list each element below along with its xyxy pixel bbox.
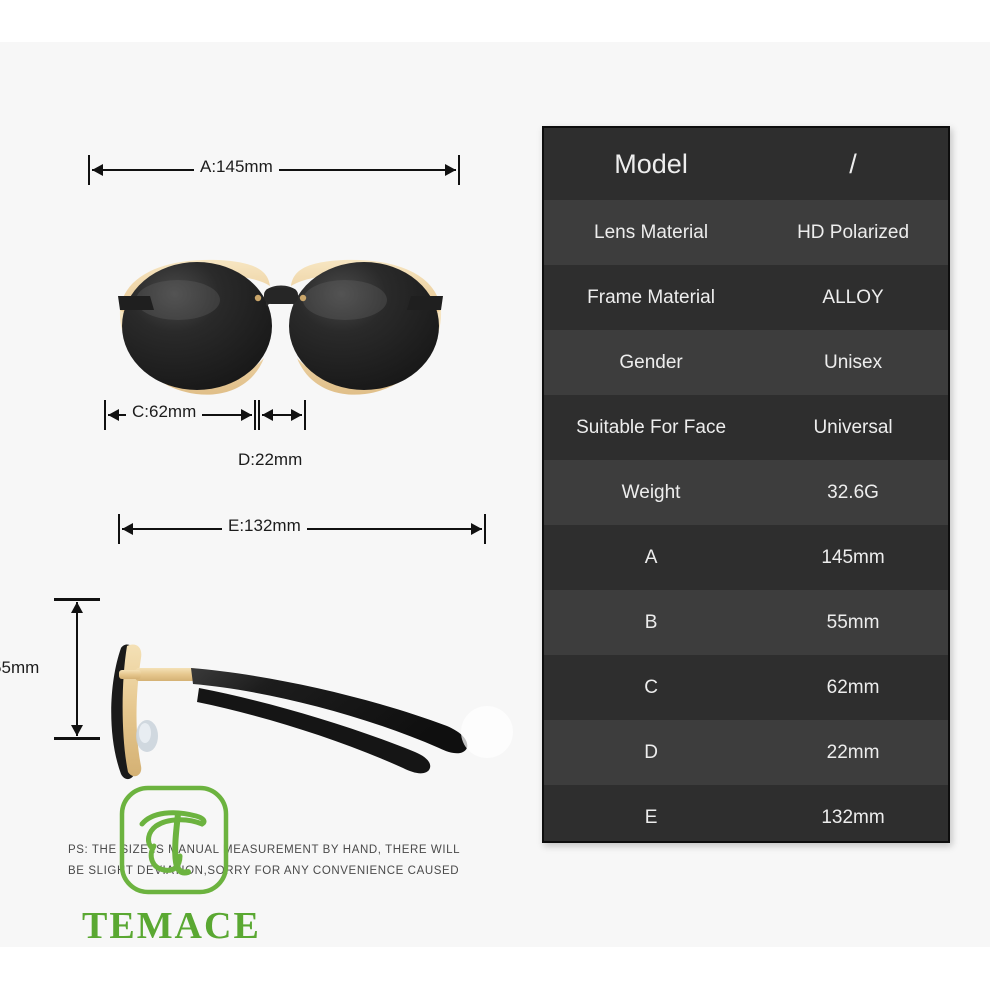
- spec-value: 62mm: [826, 676, 880, 698]
- spec-value: HD Polarized: [797, 221, 910, 243]
- spec-value: ALLOY: [822, 286, 884, 308]
- spec-key: Lens Material: [594, 221, 709, 243]
- spec-key: Suitable For Face: [576, 416, 727, 438]
- dimension-c-cap-left: [104, 400, 106, 430]
- table-row: C 62mm: [544, 655, 948, 720]
- dimension-d-arrow-right: [291, 409, 302, 421]
- sunglasses-side-view: [95, 640, 515, 795]
- spec-value: 145mm: [821, 546, 885, 568]
- table-row: A 145mm: [544, 525, 948, 590]
- table-row: Weight 32.6G: [544, 460, 948, 525]
- dimension-e-cap-right: [484, 514, 486, 544]
- spec-value: 132mm: [821, 806, 885, 828]
- dimension-d-cap-right: [304, 400, 306, 430]
- dimension-e-label: E:132mm: [222, 516, 307, 536]
- dimension-d-arrow-left: [262, 409, 273, 421]
- dimension-c-rule: C:62mm: [104, 400, 256, 430]
- dimension-a-cap-right: [458, 155, 460, 185]
- spec-key: E: [644, 806, 658, 828]
- dimension-b-label: B:55mm: [0, 658, 40, 677]
- table-row: B 55mm: [544, 590, 948, 655]
- specification-table: Model / Lens Material HD Polarized Frame…: [542, 126, 950, 843]
- table-row: Model /: [544, 128, 948, 200]
- spec-value: /: [849, 148, 857, 179]
- table-row: Gender Unisex: [544, 330, 948, 395]
- table-row: Lens Material HD Polarized: [544, 200, 948, 265]
- dimension-d-rule: [258, 400, 306, 430]
- dimension-a-cap-left: [88, 155, 90, 185]
- spec-key: D: [644, 741, 658, 763]
- dimension-b-cap-top: [54, 598, 100, 601]
- dimension-b-arrow-down: [71, 725, 83, 736]
- dimension-d-cap-left: [258, 400, 260, 430]
- brand-wordmark: TEMACE: [82, 905, 261, 947]
- dimension-b-arrow-up: [71, 602, 83, 613]
- dimension-c-cap-right: [254, 400, 256, 430]
- spec-key: C: [644, 676, 658, 698]
- spec-value: 22mm: [826, 741, 880, 763]
- table-row: Suitable For Face Universal: [544, 395, 948, 460]
- spec-key: A: [644, 546, 658, 568]
- spec-key: Weight: [621, 481, 681, 503]
- dimension-d-label: D:22mm: [238, 450, 303, 469]
- dimension-c-label: C:62mm: [126, 402, 203, 422]
- spec-key: Model: [614, 148, 688, 179]
- table-row: E 132mm: [544, 785, 948, 841]
- spec-value: Unisex: [824, 351, 883, 373]
- dimension-e-arrow-left: [122, 523, 133, 535]
- product-spec-page: A:145mm C:62mm D:22mm E:132mm 5mm PS: TH…: [0, 0, 990, 990]
- table-row: Frame Material ALLOY: [544, 265, 948, 330]
- dimension-b-line: [76, 602, 78, 736]
- dimension-e-rule: E:132mm: [118, 514, 486, 544]
- dimension-a-arrow-left: [92, 164, 103, 176]
- dimension-e-arrow-right: [471, 523, 482, 535]
- sunglasses-front-view: [108, 252, 453, 402]
- dimension-a-rule: A:145mm: [88, 155, 460, 185]
- dimension-c-arrow-left: [108, 409, 119, 421]
- temace-t-logo-icon: [118, 784, 230, 896]
- spec-key: Gender: [619, 351, 683, 373]
- spec-value: Universal: [813, 416, 893, 438]
- spec-value: 32.6G: [827, 481, 879, 503]
- dimension-b-cap-bottom: [54, 737, 100, 740]
- spec-key: B: [644, 611, 658, 633]
- dimension-e-cap-left: [118, 514, 120, 544]
- diagram-panel: A:145mm C:62mm D:22mm E:132mm 5mm PS: TH…: [0, 42, 520, 947]
- dimension-a-arrow-right: [445, 164, 456, 176]
- dimension-c-arrow-right: [241, 409, 252, 421]
- spec-key: Frame Material: [587, 286, 715, 308]
- spec-value: 55mm: [826, 611, 880, 633]
- dimension-a-label: A:145mm: [194, 157, 279, 177]
- table-row: D 22mm: [544, 720, 948, 785]
